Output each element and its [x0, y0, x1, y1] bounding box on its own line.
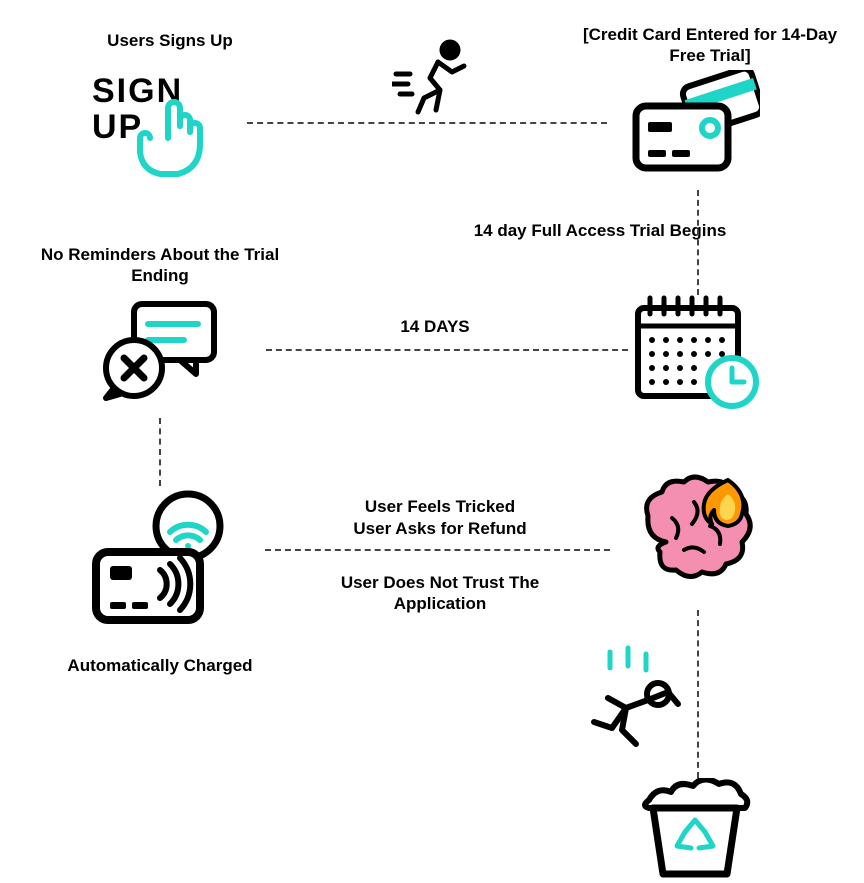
label-trial-begins: 14 day Full Access Trial Begins — [470, 220, 730, 241]
falling-person-icon — [580, 642, 690, 752]
running-icon — [392, 36, 482, 126]
connector-calendar-to-reminders — [266, 349, 628, 351]
connector-charged-to-brain — [265, 549, 610, 551]
payment-icon — [90, 490, 230, 630]
connector-card-to-calendar — [697, 190, 699, 295]
label-no-reminders: No Reminders About the Trial Ending — [30, 244, 290, 287]
label-no-trust: User Does Not Trust The Application — [300, 572, 580, 615]
credit-card-icon — [630, 70, 760, 180]
brain-fire-icon — [636, 472, 766, 602]
connector-reminders-to-charged — [159, 418, 161, 486]
label-credit-card: [Credit Card Entered for 14-Day Free Tri… — [580, 24, 840, 67]
label-auto-charged: Automatically Charged — [35, 655, 285, 676]
label-signup: Users Signs Up — [60, 30, 280, 51]
calendar-icon — [632, 292, 762, 412]
label-refund: User Asks for Refund — [300, 518, 580, 539]
label-14-days: 14 DAYS — [335, 316, 535, 337]
no-reminder-icon — [100, 296, 220, 406]
svg-text:UP: UP — [92, 108, 143, 146]
trash-icon — [635, 778, 755, 878]
connector-brain-to-trash — [697, 610, 699, 778]
signup-icon: SIGN UP — [90, 66, 220, 196]
label-tricked: User Feels Tricked — [300, 496, 580, 517]
